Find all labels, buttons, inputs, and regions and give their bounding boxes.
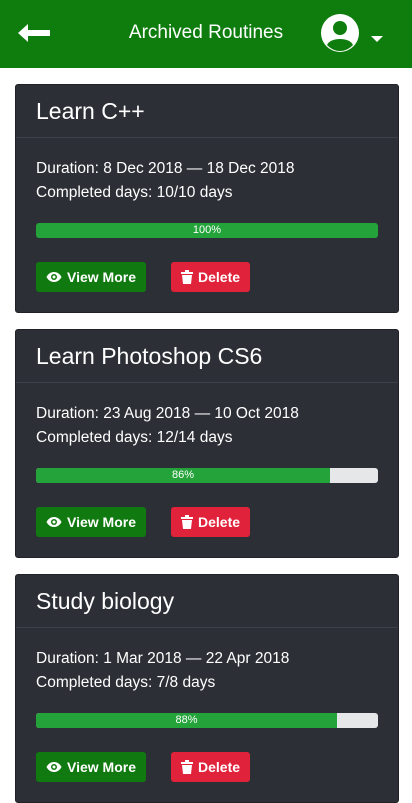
progress-fill: 86%	[36, 468, 331, 483]
view-more-button[interactable]: View More	[36, 752, 146, 782]
progress-bar: 86%	[36, 468, 378, 483]
routine-card: Learn C++ Duration: 8 Dec 2018 — 18 Dec …	[15, 84, 399, 313]
routine-list: Learn C++ Duration: 8 Dec 2018 — 18 Dec …	[0, 68, 412, 803]
routine-duration: Duration: 8 Dec 2018 — 18 Dec 2018	[36, 160, 295, 177]
app-header: Archived Routines	[0, 0, 412, 68]
trash-icon	[181, 760, 193, 774]
progress-fill: 100%	[36, 223, 378, 238]
routine-duration: Duration: 23 Aug 2018 — 10 Oct 2018	[36, 405, 299, 422]
progress-bar: 100%	[36, 223, 378, 238]
delete-label: Delete	[198, 514, 241, 530]
routine-actions: View More Delete	[36, 507, 378, 537]
routine-completed: Completed days: 10/10 days	[36, 184, 233, 201]
routine-body: Duration: 1 Mar 2018 — 22 Apr 2018 Compl…	[16, 628, 398, 802]
trash-icon	[181, 270, 193, 284]
routine-title: Learn C++	[16, 85, 398, 138]
eye-icon	[46, 517, 62, 527]
routine-completed: Completed days: 12/14 days	[36, 429, 233, 446]
view-more-label: View More	[67, 514, 136, 530]
routine-actions: View More Delete	[36, 752, 378, 782]
delete-button[interactable]: Delete	[171, 507, 251, 537]
eye-icon	[46, 272, 62, 282]
routine-card: Study biology Duration: 1 Mar 2018 — 22 …	[15, 574, 399, 803]
view-more-label: View More	[67, 759, 136, 775]
routine-completed: Completed days: 7/8 days	[36, 674, 216, 691]
user-circle-icon	[321, 14, 359, 52]
user-menu-button[interactable]	[320, 13, 384, 53]
routine-actions: View More Delete	[36, 262, 378, 292]
delete-button[interactable]: Delete	[171, 752, 251, 782]
view-more-label: View More	[67, 269, 136, 285]
progress-fill: 88%	[36, 713, 337, 728]
chevron-down-icon	[371, 36, 383, 42]
delete-label: Delete	[198, 269, 241, 285]
routine-card: Learn Photoshop CS6 Duration: 23 Aug 201…	[15, 329, 399, 558]
trash-icon	[181, 515, 193, 529]
view-more-button[interactable]: View More	[36, 262, 146, 292]
delete-label: Delete	[198, 759, 241, 775]
routine-title: Study biology	[16, 575, 398, 628]
routine-body: Duration: 23 Aug 2018 — 10 Oct 2018 Comp…	[16, 383, 398, 557]
routine-body: Duration: 8 Dec 2018 — 18 Dec 2018 Compl…	[16, 138, 398, 312]
delete-button[interactable]: Delete	[171, 262, 251, 292]
routine-duration: Duration: 1 Mar 2018 — 22 Apr 2018	[36, 650, 290, 667]
eye-icon	[46, 762, 62, 772]
routine-title: Learn Photoshop CS6	[16, 330, 398, 383]
progress-bar: 88%	[36, 713, 378, 728]
view-more-button[interactable]: View More	[36, 507, 146, 537]
